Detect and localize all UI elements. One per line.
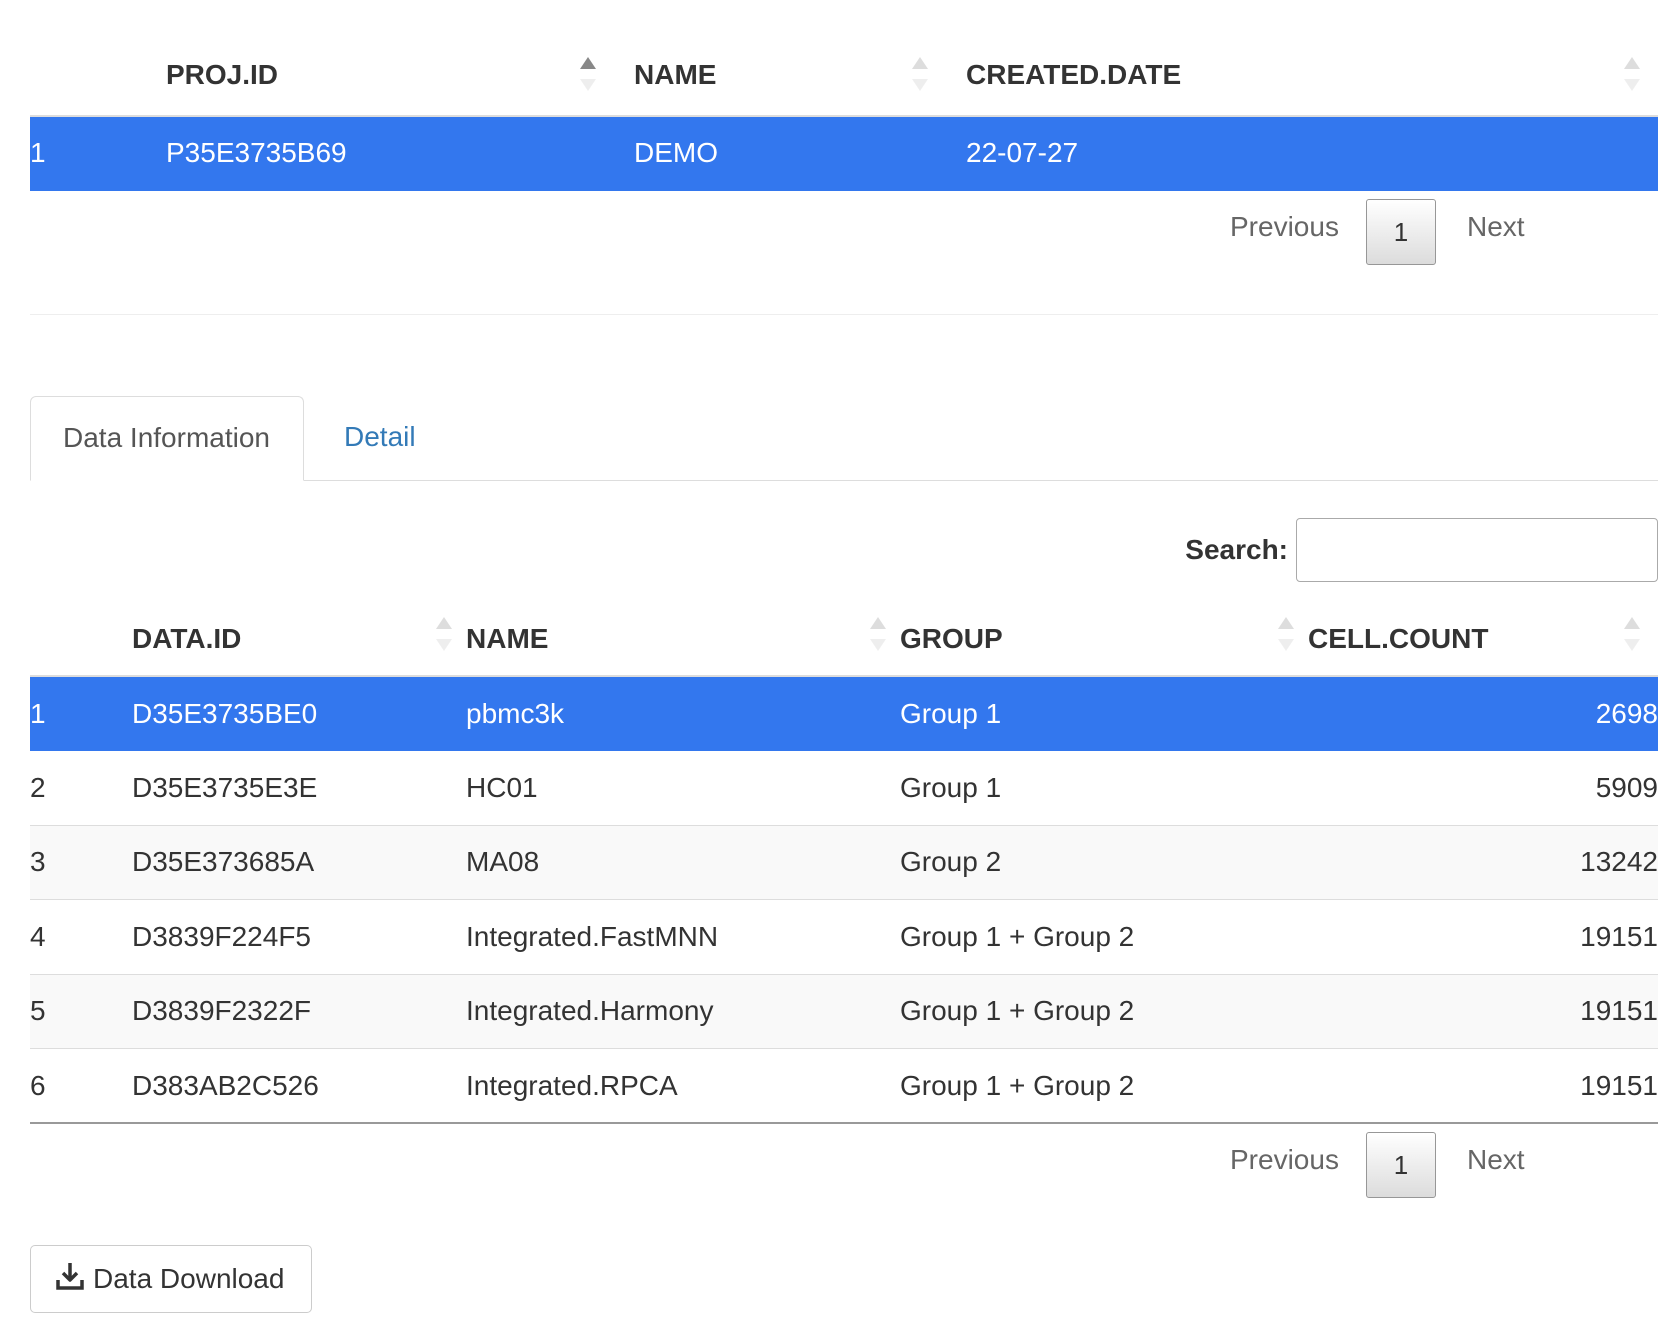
header-group-label: GROUP [900, 623, 1003, 654]
cell-data-id: D35E3735BE0 [132, 676, 466, 751]
cell-group: Group 1 + Group 2 [900, 974, 1308, 1049]
cell-name: Integrated.Harmony [466, 974, 900, 1049]
data-table-pager: Previous 1 Next [30, 1124, 1658, 1208]
row-index: 1 [30, 116, 166, 191]
previous-button[interactable]: Previous [1230, 1144, 1339, 1176]
cell-cell-count: 19151 [1308, 1048, 1658, 1124]
row-index: 5 [30, 974, 132, 1049]
previous-button[interactable]: Previous [1230, 211, 1339, 243]
cell-cell-count: 5909 [1308, 750, 1658, 826]
data-download-button[interactable]: Data Download [30, 1245, 312, 1313]
table-row[interactable]: 2 D35E3735E3E HC01 Group 1 5909 [30, 750, 1658, 826]
project-table-container: PROJ.ID NAME CREATED.DATE 1 P35E3735B69 … [30, 0, 1658, 275]
cell-data-id: D383AB2C526 [132, 1048, 466, 1124]
sort-icon[interactable] [1624, 57, 1640, 91]
cell-group: Group 1 + Group 2 [900, 899, 1308, 975]
cell-group: Group 1 [900, 676, 1308, 751]
table-row[interactable]: 4 D3839F224F5 Integrated.FastMNN Group 1… [30, 899, 1658, 975]
header-proj-id-label: PROJ.ID [166, 59, 279, 90]
row-index: 6 [30, 1048, 132, 1124]
section-divider [30, 314, 1658, 315]
cell-group: Group 1 [900, 750, 1308, 826]
next-button[interactable]: Next [1467, 1144, 1525, 1176]
tab-data-information[interactable]: Data Information [30, 396, 304, 481]
header-cell-count-label: CELL.COUNT [1308, 623, 1489, 654]
cell-data-id: D35E373685A [132, 825, 466, 900]
cell-name: Integrated.FastMNN [466, 899, 900, 975]
data-table-container: DATA.ID NAME GROUP CELL.COUNT 1 D35E3735… [30, 528, 1658, 1208]
project-table: PROJ.ID NAME CREATED.DATE 1 P35E3735B69 … [30, 0, 1658, 191]
cell-name: pbmc3k [466, 676, 900, 751]
header-name-label: NAME [634, 59, 717, 90]
cell-cell-count: 19151 [1308, 899, 1658, 975]
tab-bar: Data Information Detail [30, 396, 1658, 481]
header-created-date-label: CREATED.DATE [966, 59, 1182, 90]
row-index: 3 [30, 825, 132, 900]
header-name[interactable]: NAME [466, 528, 900, 677]
header-proj-id[interactable]: PROJ.ID [166, 0, 634, 117]
header-created-date[interactable]: CREATED.DATE [966, 0, 1658, 117]
header-index [30, 0, 166, 117]
cell-name: MA08 [466, 825, 900, 900]
cell-cell-count: 13242 [1308, 825, 1658, 900]
header-cell-count[interactable]: CELL.COUNT [1308, 528, 1658, 677]
page-button[interactable]: 1 [1366, 198, 1436, 265]
header-data-id[interactable]: DATA.ID [132, 528, 466, 677]
table-row[interactable]: 1 P35E3735B69 DEMO 22-07-27 [30, 116, 1658, 191]
cell-data-id: D3839F224F5 [132, 899, 466, 975]
sort-icon[interactable] [580, 57, 596, 91]
tab-detail[interactable]: Detail [312, 396, 448, 480]
table-row[interactable]: 3 D35E373685A MA08 Group 2 13242 [30, 825, 1658, 900]
project-table-pager: Previous 1 Next [30, 191, 1658, 275]
header-group[interactable]: GROUP [900, 528, 1308, 677]
header-name-label: NAME [466, 623, 549, 654]
next-button[interactable]: Next [1467, 211, 1525, 243]
header-index [30, 528, 132, 677]
sort-icon[interactable] [870, 617, 886, 651]
row-index: 2 [30, 750, 132, 826]
row-index: 1 [30, 676, 132, 751]
page-button[interactable]: 1 [1366, 1132, 1436, 1198]
data-table: DATA.ID NAME GROUP CELL.COUNT 1 D35E3735… [30, 528, 1658, 1124]
cell-created-date: 22-07-27 [966, 116, 1658, 191]
download-icon [55, 1261, 85, 1298]
cell-data-id: D3839F2322F [132, 974, 466, 1049]
header-name[interactable]: NAME [634, 0, 966, 117]
cell-name: Integrated.RPCA [466, 1048, 900, 1124]
sort-icon[interactable] [1278, 617, 1294, 651]
cell-name: HC01 [466, 750, 900, 826]
project-table-header: PROJ.ID NAME CREATED.DATE [30, 0, 1658, 117]
table-row[interactable]: 5 D3839F2322F Integrated.Harmony Group 1… [30, 974, 1658, 1049]
table-row[interactable]: 1 D35E3735BE0 pbmc3k Group 1 2698 [30, 676, 1658, 751]
cell-data-id: D35E3735E3E [132, 750, 466, 826]
cell-group: Group 1 + Group 2 [900, 1048, 1308, 1124]
sort-icon[interactable] [1624, 617, 1640, 651]
row-index: 4 [30, 899, 132, 975]
header-data-id-label: DATA.ID [132, 623, 242, 654]
table-row[interactable]: 6 D383AB2C526 Integrated.RPCA Group 1 + … [30, 1048, 1658, 1124]
cell-cell-count: 19151 [1308, 974, 1658, 1049]
data-table-header: DATA.ID NAME GROUP CELL.COUNT [30, 528, 1658, 677]
cell-proj-id: P35E3735B69 [166, 116, 634, 191]
data-download-label: Data Download [93, 1263, 285, 1294]
cell-group: Group 2 [900, 825, 1308, 900]
sort-icon[interactable] [912, 57, 928, 91]
cell-name: DEMO [634, 116, 966, 191]
sort-icon[interactable] [436, 617, 452, 651]
cell-cell-count: 2698 [1308, 676, 1658, 751]
